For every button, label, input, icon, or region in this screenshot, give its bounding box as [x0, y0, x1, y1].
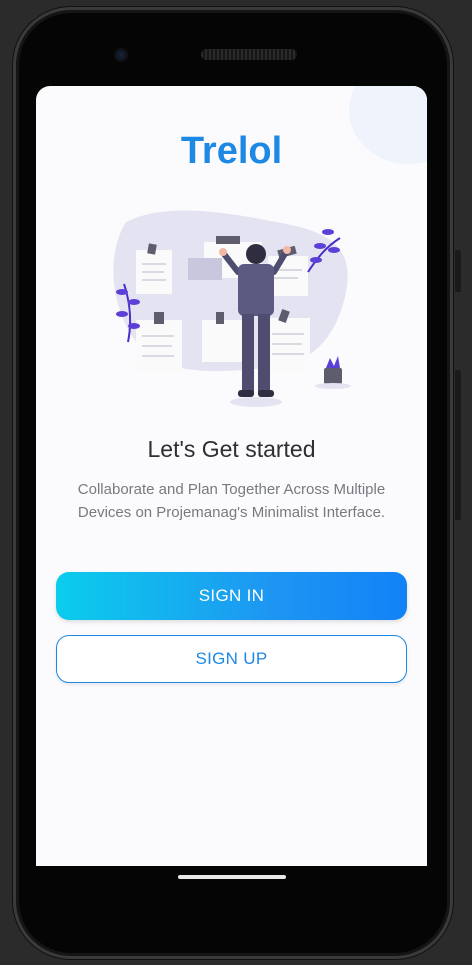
power-button	[455, 250, 461, 292]
sign-up-button[interactable]: SIGN UP	[56, 635, 407, 683]
app-screen: Trelol Let's Get started Collaborate and…	[36, 86, 427, 866]
home-indicator[interactable]	[178, 875, 286, 879]
note	[202, 320, 242, 362]
subtitle-line: Collaborate and Plan Together Across Mul…	[77, 481, 386, 498]
sign-in-label: SIGN IN	[198, 586, 265, 605]
volume-button	[455, 370, 461, 520]
person-at-board-illustration	[113, 210, 351, 407]
sign-up-label: SIGN UP	[195, 649, 268, 668]
app-title: Trelol	[180, 130, 283, 172]
front-camera	[114, 48, 128, 62]
sign-in-button[interactable]: SIGN IN	[56, 572, 407, 620]
potted-plant	[315, 356, 351, 389]
subtitle-line: Devices on Projemanag's Minimalist Inter…	[77, 504, 386, 521]
welcome-subtitle: Collaborate and Plan Together Across Mul…	[56, 478, 407, 524]
welcome-heading: Let's Get started	[147, 436, 316, 462]
note	[188, 258, 222, 280]
earpiece-speaker	[201, 49, 297, 60]
